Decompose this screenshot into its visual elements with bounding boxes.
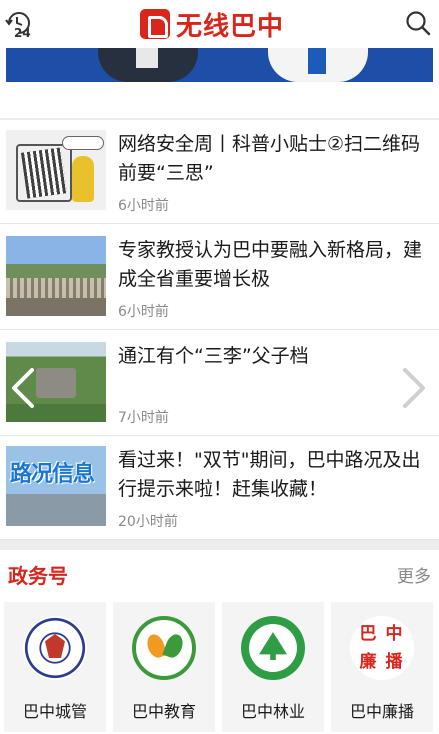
gov-account-label: 巴中教育 xyxy=(131,702,196,721)
thumbnail-caption: 路况信息 xyxy=(10,462,95,487)
gov-account-card[interactable]: 巴中教育 xyxy=(113,602,215,732)
gov-account-label: 巴中廉播 xyxy=(349,702,414,721)
news-time: 6小时前 xyxy=(118,198,169,214)
news-thumbnail xyxy=(6,130,106,210)
news-thumbnail xyxy=(6,236,106,316)
news-item[interactable]: 通江有个“三李”父子档 7小时前 xyxy=(0,332,439,436)
news-time: 20小时前 xyxy=(118,514,178,530)
news-time: 6小时前 xyxy=(118,304,169,320)
banner-person-right xyxy=(268,48,368,82)
education-logo-icon xyxy=(132,616,196,680)
news-item[interactable]: 网络安全周丨科普小贴士②扫二维码前要“三思” 6小时前 xyxy=(0,120,439,224)
news-thumbnail: 路况信息 xyxy=(6,446,106,526)
gov-accounts-grid: 巴中城管 巴中教育 巴中林业 巴 中 廉 播 巴中廉播 xyxy=(0,598,439,734)
banner-person-left xyxy=(98,48,198,82)
brand-logo: 无线巴中 xyxy=(140,6,284,42)
gov-account-label: 巴中林业 xyxy=(240,702,305,721)
history-button[interactable]: 24 xyxy=(4,8,34,40)
more-link[interactable]: 更多 xyxy=(397,562,431,587)
brand-mark-icon xyxy=(140,9,170,39)
news-headline: 看过来！"双节"期间，巴中路况及出行提示来啦！赶集收藏！ xyxy=(118,449,421,500)
search-icon xyxy=(406,11,431,36)
chevron-right-icon xyxy=(403,368,425,408)
news-item[interactable]: 专家教授认为巴中要融入新格局，建成全省重要增长极 6小时前 xyxy=(0,226,439,330)
news-headline: 网络安全周丨科普小贴士②扫二维码前要“三思” xyxy=(118,133,421,184)
gov-account-label: 巴中城管 xyxy=(22,702,87,721)
section-divider xyxy=(0,540,439,550)
chengguan-logo-icon xyxy=(23,616,87,680)
gov-account-card[interactable]: 巴 中 廉 播 巴中廉播 xyxy=(331,602,433,732)
gov-account-card[interactable]: 巴中城管 xyxy=(4,602,106,732)
section-title: 政务号 xyxy=(8,564,68,588)
news-item[interactable]: 路况信息 看过来！"双节"期间，巴中路况及出行提示来啦！赶集收藏！ 20小时前 xyxy=(0,436,439,540)
app-header: 24 无线巴中 xyxy=(0,0,439,48)
top-banner-image[interactable] xyxy=(6,48,433,82)
lianbo-logo-icon: 巴 中 廉 播 xyxy=(350,616,414,680)
next-arrow-button[interactable] xyxy=(395,366,431,410)
news-headline: 专家教授认为巴中要融入新格局，建成全省重要增长极 xyxy=(118,239,423,290)
gov-account-card[interactable]: 巴中林业 xyxy=(222,602,324,732)
brand-title: 无线巴中 xyxy=(176,11,285,42)
news-time: 7小时前 xyxy=(118,410,169,426)
forestry-logo-icon xyxy=(241,616,305,680)
prev-arrow-button[interactable] xyxy=(6,366,42,410)
news-headline: 通江有个“三李”父子档 xyxy=(118,345,309,367)
chevron-left-icon xyxy=(12,368,34,408)
history-count: 24 xyxy=(14,26,31,40)
search-button[interactable] xyxy=(405,10,431,36)
